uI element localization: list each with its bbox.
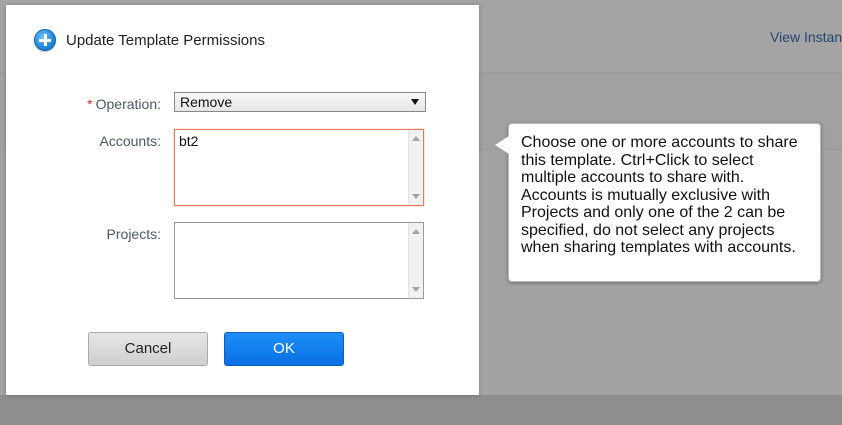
projects-label: Projects: [106,226,161,242]
update-template-permissions-dialog: Update Template Permissions * Operation: … [6,5,479,395]
plus-circle-icon [34,29,56,51]
accounts-scrollbar[interactable] [408,130,423,205]
operation-selected-value: Remove [180,94,233,110]
cancel-button[interactable]: Cancel [88,332,208,366]
scroll-up-icon[interactable] [412,229,420,234]
dialog-title-text: Update Template Permissions [66,31,265,49]
scroll-down-icon[interactable] [412,194,420,199]
tooltip-text: Choose one or more accounts to share thi… [521,134,798,256]
scroll-down-icon[interactable] [412,287,420,292]
ok-button[interactable]: OK [224,332,344,366]
operation-label: * Operation: [21,96,161,112]
projects-scrollbar[interactable] [408,223,423,298]
required-mark: * [87,96,93,112]
accounts-listbox[interactable]: bt2 [174,129,424,206]
dialog-title: Update Template Permissions [34,27,265,53]
operation-label-text: Operation: [95,96,161,112]
list-item[interactable]: bt2 [179,133,198,149]
help-tooltip: Choose one or more accounts to share thi… [495,123,821,282]
scroll-up-icon[interactable] [412,136,420,141]
accounts-label: Accounts: [99,133,161,149]
dropdown-arrow-icon[interactable] [411,99,419,105]
operation-select[interactable]: Remove [174,92,426,112]
projects-listbox[interactable] [174,222,424,299]
view-instances-link[interactable]: View Instan [770,29,842,45]
